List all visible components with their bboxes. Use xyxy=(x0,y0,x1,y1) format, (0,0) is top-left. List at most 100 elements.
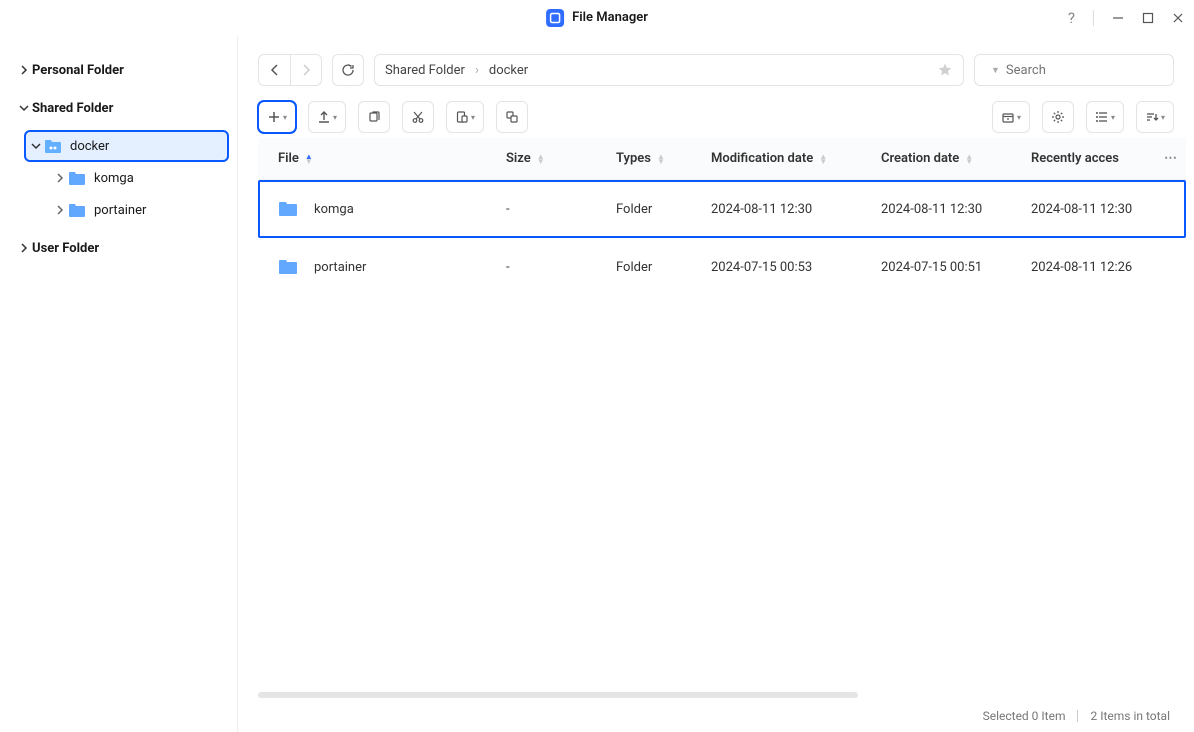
folder-icon xyxy=(68,171,86,186)
chevron-down-icon: ▾ xyxy=(283,113,287,122)
file-accessed: 2024-08-11 12:26 xyxy=(1023,260,1156,275)
maximize-button[interactable] xyxy=(1142,12,1154,24)
chevron-right-icon xyxy=(16,65,32,75)
sort-icon: ▲▼ xyxy=(819,154,827,164)
window-title-group: File Manager xyxy=(546,9,648,27)
sidebar-label: komga xyxy=(94,171,225,186)
table-header: File ▲▼ Size ▲▼ Types ▲▼ Modification da… xyxy=(258,138,1186,180)
file-modified: 2024-08-11 12:30 xyxy=(703,202,873,217)
file-list: File ▲▼ Size ▲▼ Types ▲▼ Modification da… xyxy=(238,138,1194,692)
chevron-right-icon xyxy=(52,173,68,183)
file-size: - xyxy=(498,260,608,275)
upload-button[interactable]: ▾ xyxy=(308,101,346,133)
statusbar: Selected 0 Item 2 Items in total xyxy=(238,700,1194,732)
sidebar-item-portainer[interactable]: portainer xyxy=(48,194,229,226)
column-header-access[interactable]: Recently acces xyxy=(1023,151,1156,166)
app-icon xyxy=(546,9,564,27)
forward-button[interactable] xyxy=(290,54,322,86)
sort-icon: ▲▼ xyxy=(305,154,313,164)
search-box[interactable]: ▼ xyxy=(974,54,1174,86)
column-header-modification[interactable]: Modification date ▲▼ xyxy=(703,151,873,166)
duplicate-button[interactable] xyxy=(496,101,528,133)
sidebar-label: portainer xyxy=(94,203,225,218)
back-button[interactable] xyxy=(258,54,290,86)
file-name: komga xyxy=(314,202,354,217)
file-type: Folder xyxy=(608,260,703,275)
column-header-types[interactable]: Types ▲▼ xyxy=(608,151,703,166)
file-created: 2024-07-15 00:51 xyxy=(873,260,1023,275)
sidebar-label: docker xyxy=(70,139,225,154)
column-menu[interactable]: ⋯ xyxy=(1156,151,1186,166)
archive-button[interactable]: ▾ xyxy=(992,101,1030,133)
breadcrumb-item[interactable]: Shared Folder xyxy=(385,63,465,78)
file-type: Folder xyxy=(608,202,703,217)
nav-buttons xyxy=(258,54,322,86)
sidebar-item-docker[interactable]: docker xyxy=(24,130,229,162)
main: Personal Folder Shared Folder docker kom… xyxy=(0,36,1194,732)
column-header-size[interactable]: Size ▲▼ xyxy=(498,151,608,166)
file-accessed: 2024-08-11 12:30 xyxy=(1023,202,1156,217)
folder-icon xyxy=(278,259,298,275)
sidebar-root-personal[interactable]: Personal Folder xyxy=(12,54,229,86)
sort-icon: ▲▼ xyxy=(537,154,545,164)
file-created: 2024-08-11 12:30 xyxy=(873,202,1023,217)
sort-icon: ▲▼ xyxy=(965,154,973,164)
chevron-down-icon[interactable]: ▼ xyxy=(991,65,1000,76)
toolbar-actions: ▾ ▾ ▾ ▾ xyxy=(238,92,1194,138)
copy-button[interactable] xyxy=(358,101,390,133)
chevron-down-icon: ▾ xyxy=(1161,113,1165,122)
sidebar-root-shared[interactable]: Shared Folder xyxy=(12,92,229,124)
column-header-creation[interactable]: Creation date ▲▼ xyxy=(873,151,1023,166)
paste-button[interactable]: ▾ xyxy=(446,101,484,133)
column-header-file[interactable]: File ▲▼ xyxy=(258,151,498,166)
sidebar-label: Personal Folder xyxy=(32,63,225,78)
breadcrumb-item[interactable]: docker xyxy=(489,63,528,78)
chevron-down-icon xyxy=(28,141,44,151)
chevron-down-icon: ▾ xyxy=(1017,113,1021,122)
file-modified: 2024-07-15 00:53 xyxy=(703,260,873,275)
sidebar-label: User Folder xyxy=(32,241,225,256)
favorite-icon[interactable] xyxy=(937,62,953,78)
divider xyxy=(1093,10,1094,26)
table-row[interactable]: komga - Folder 2024-08-11 12:30 2024-08-… xyxy=(258,180,1186,238)
horizontal-scrollbar[interactable] xyxy=(258,692,1174,700)
toolbar-nav: Shared Folder › docker ▼ xyxy=(238,36,1194,92)
minimize-button[interactable] xyxy=(1112,12,1124,24)
cut-button[interactable] xyxy=(402,101,434,133)
chevron-down-icon: ▾ xyxy=(1111,113,1115,122)
scrollbar-thumb[interactable] xyxy=(258,692,858,698)
status-total: 2 Items in total xyxy=(1090,709,1170,723)
chevron-right-icon xyxy=(16,243,32,253)
chevron-right-icon: › xyxy=(475,63,479,78)
close-button[interactable] xyxy=(1172,12,1184,24)
sidebar-label: Shared Folder xyxy=(32,101,225,116)
window-controls: ? xyxy=(1068,9,1184,27)
folder-icon xyxy=(278,201,298,217)
window-title: File Manager xyxy=(572,10,648,25)
chevron-down-icon: ▾ xyxy=(333,113,337,122)
folder-icon xyxy=(68,203,86,218)
sidebar: Personal Folder Shared Folder docker kom… xyxy=(0,36,238,732)
sort-button[interactable]: ▾ xyxy=(1136,101,1174,133)
file-size: - xyxy=(498,202,608,217)
titlebar: File Manager ? xyxy=(0,0,1194,36)
status-selected: Selected 0 Item xyxy=(983,709,1066,723)
search-input[interactable] xyxy=(1006,63,1172,78)
chevron-down-icon xyxy=(16,103,32,113)
create-button[interactable]: ▾ xyxy=(258,101,296,133)
table-row[interactable]: portainer - Folder 2024-07-15 00:53 2024… xyxy=(258,238,1186,296)
sort-icon: ▲▼ xyxy=(657,154,665,164)
chevron-right-icon xyxy=(52,205,68,215)
sidebar-item-komga[interactable]: komga xyxy=(48,162,229,194)
divider xyxy=(1077,710,1078,722)
view-list-button[interactable]: ▾ xyxy=(1086,101,1124,133)
content: Shared Folder › docker ▼ ▾ xyxy=(238,36,1194,732)
sidebar-root-user[interactable]: User Folder xyxy=(12,232,229,264)
help-icon[interactable]: ? xyxy=(1068,9,1075,27)
breadcrumb: Shared Folder › docker xyxy=(374,54,964,86)
chevron-down-icon: ▾ xyxy=(471,113,475,122)
refresh-button[interactable] xyxy=(332,54,364,86)
folder-shared-icon xyxy=(44,139,62,154)
settings-button[interactable] xyxy=(1042,101,1074,133)
file-name: portainer xyxy=(314,260,366,275)
